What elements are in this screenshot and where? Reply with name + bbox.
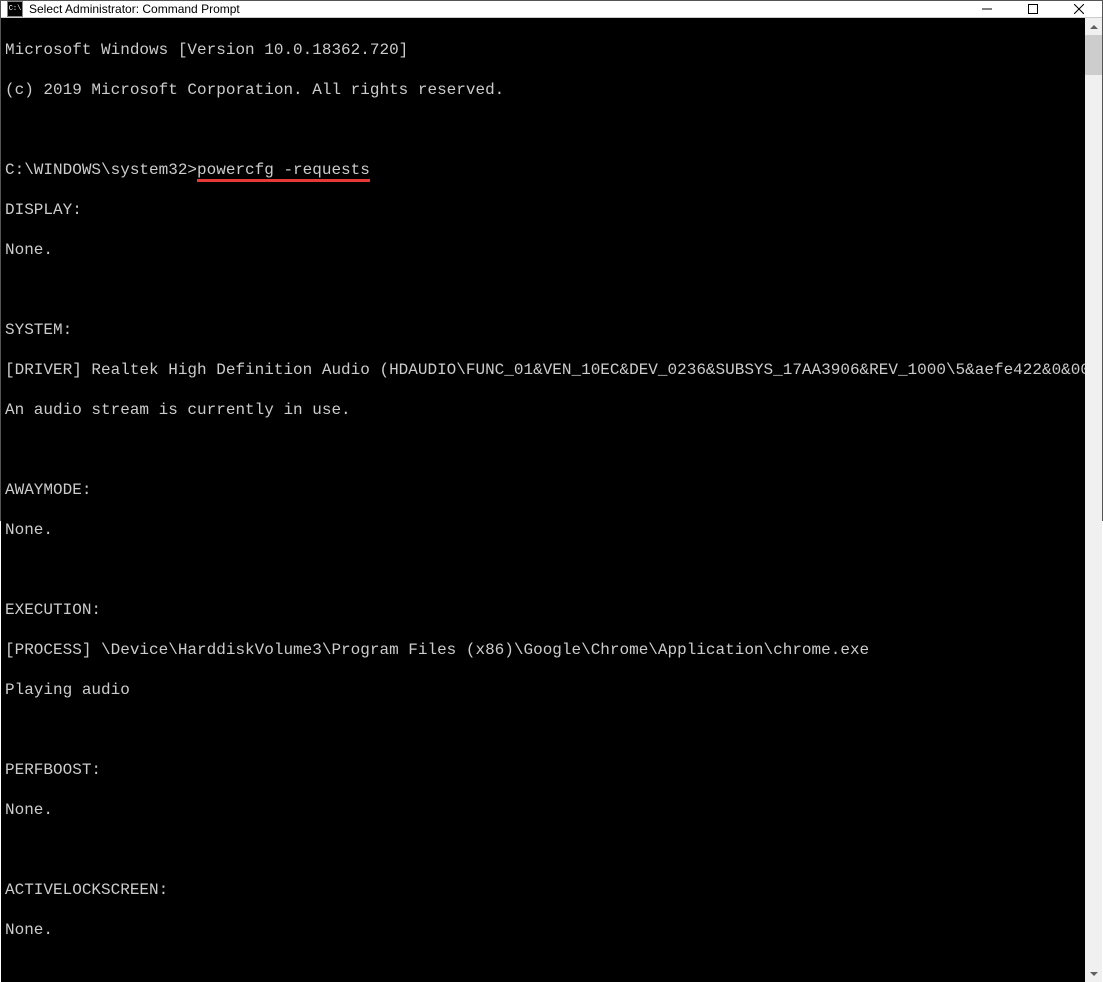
output-line: None. bbox=[5, 240, 1081, 260]
output-line: Playing audio bbox=[5, 680, 1081, 700]
maximize-button[interactable] bbox=[1010, 1, 1056, 17]
close-button[interactable] bbox=[1056, 1, 1102, 17]
section-header: ACTIVELOCKSCREEN: bbox=[5, 880, 1081, 900]
maximize-icon bbox=[1028, 4, 1038, 14]
scroll-thumb[interactable] bbox=[1085, 35, 1102, 75]
chevron-up-icon bbox=[1090, 25, 1098, 29]
output-line: Microsoft Windows [Version 10.0.18362.72… bbox=[5, 40, 1081, 60]
close-icon bbox=[1074, 4, 1084, 14]
section-header: SYSTEM: bbox=[5, 320, 1081, 340]
prompt-path: C:\WINDOWS\system32> bbox=[5, 161, 197, 179]
window-controls bbox=[964, 1, 1102, 17]
content-area: Microsoft Windows [Version 10.0.18362.72… bbox=[1, 18, 1102, 982]
output-line: None. bbox=[5, 800, 1081, 820]
output-line: [PROCESS] \Device\HarddiskVolume3\Progra… bbox=[5, 640, 1081, 660]
output-line bbox=[5, 840, 1081, 860]
red-underline-annotation bbox=[197, 179, 370, 182]
output-line: None. bbox=[5, 520, 1081, 540]
terminal-output[interactable]: Microsoft Windows [Version 10.0.18362.72… bbox=[1, 18, 1085, 982]
output-line: An audio stream is currently in use. bbox=[5, 400, 1081, 420]
output-line bbox=[5, 280, 1081, 300]
minimize-icon bbox=[982, 4, 992, 14]
titlebar[interactable]: C:\ Select Administrator: Command Prompt bbox=[1, 1, 1102, 18]
minimize-button[interactable] bbox=[964, 1, 1010, 17]
prompt-command-wrap: powercfg -requests bbox=[197, 160, 370, 180]
section-header: EXECUTION: bbox=[5, 600, 1081, 620]
prompt-line: C:\WINDOWS\system32>powercfg -requests bbox=[5, 160, 1081, 180]
output-line: (c) 2019 Microsoft Corporation. All righ… bbox=[5, 80, 1081, 100]
app-window: C:\ Select Administrator: Command Prompt… bbox=[0, 0, 1103, 521]
output-line bbox=[5, 440, 1081, 460]
output-line bbox=[5, 120, 1081, 140]
cmd-icon-glyph: C:\ bbox=[9, 6, 22, 13]
output-line: None. bbox=[5, 920, 1081, 940]
output-line bbox=[5, 560, 1081, 580]
output-line: [DRIVER] Realtek High Definition Audio (… bbox=[5, 360, 1081, 380]
section-header: AWAYMODE: bbox=[5, 480, 1081, 500]
section-header: DISPLAY: bbox=[5, 200, 1081, 220]
output-line bbox=[5, 720, 1081, 740]
section-header: PERFBOOST: bbox=[5, 760, 1081, 780]
scroll-up-button[interactable] bbox=[1085, 18, 1102, 35]
prompt-command: powercfg -requests bbox=[197, 161, 370, 179]
vertical-scrollbar[interactable] bbox=[1085, 18, 1102, 982]
scroll-down-button[interactable] bbox=[1085, 965, 1102, 982]
window-title: Select Administrator: Command Prompt bbox=[29, 2, 240, 16]
cmd-icon: C:\ bbox=[7, 1, 23, 17]
chevron-down-icon bbox=[1090, 972, 1098, 976]
